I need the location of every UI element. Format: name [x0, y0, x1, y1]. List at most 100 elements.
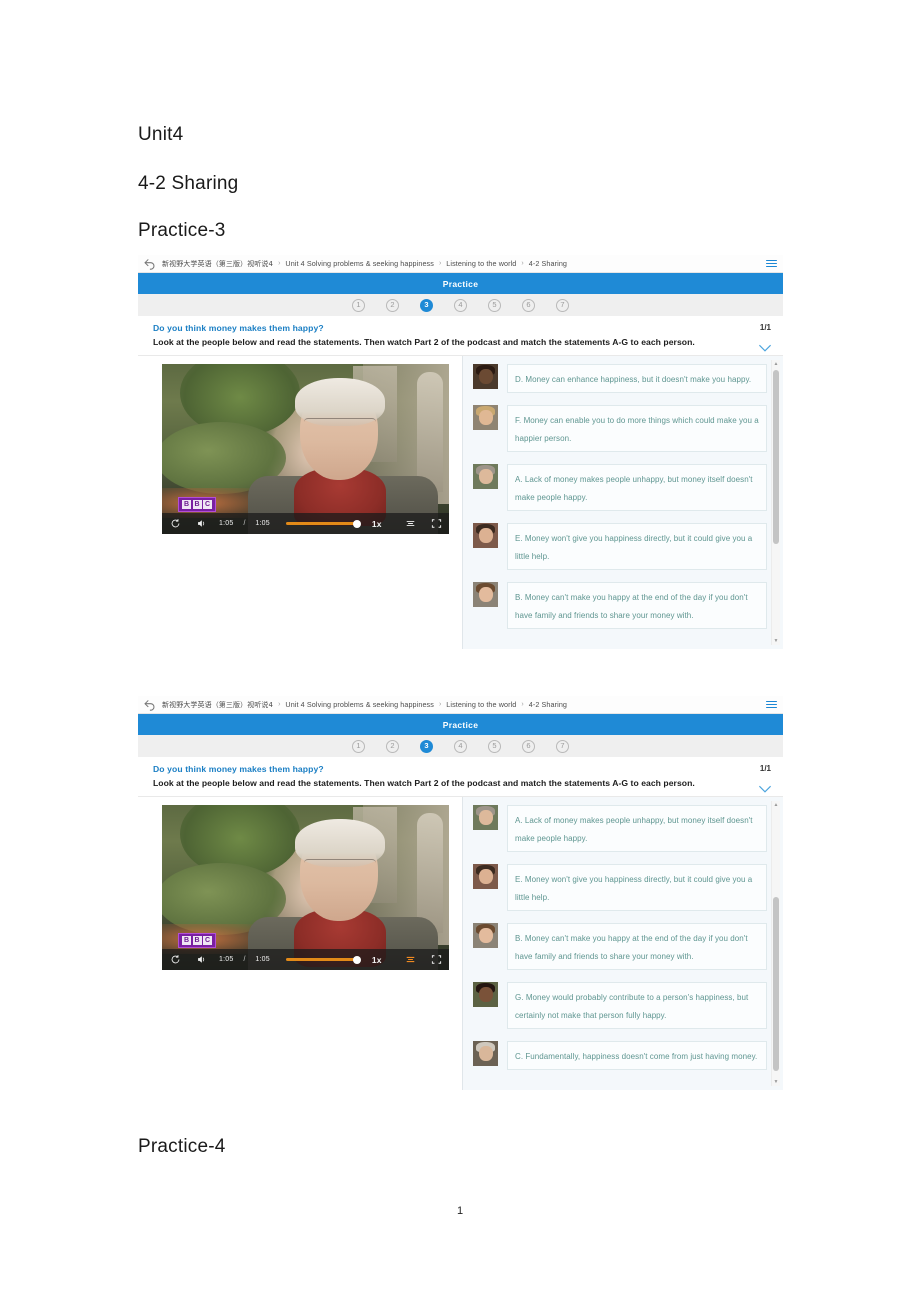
practice-content: B B C 1:05	[138, 797, 783, 1090]
breadcrumb-item-0[interactable]: 新视野大学英语（第三版）视听说4	[162, 259, 273, 269]
scroll-down-arrow-icon[interactable]: ▼	[773, 638, 779, 644]
volume-slider-knob[interactable]	[352, 955, 361, 964]
breadcrumb: 新视野大学英语（第三版）视听说4 › Unit 4 Solving proble…	[162, 700, 758, 710]
statement-text: A. Lack of money makes people unhappy, b…	[515, 816, 753, 843]
statement-box[interactable]: E. Money won't give you happiness direct…	[507, 523, 767, 570]
list-item[interactable]: B. Money can't make you happy at the end…	[473, 582, 767, 629]
list-item[interactable]: G. Money would probably contribute to a …	[473, 982, 767, 1029]
breadcrumb-sep: ›	[438, 260, 442, 267]
chevron-down-icon[interactable]	[758, 784, 772, 794]
question-instruction: Look at the people below and read the st…	[153, 778, 695, 788]
scroll-up-arrow-icon[interactable]: ▲	[773, 802, 779, 808]
step-2[interactable]: 2	[386, 298, 399, 312]
back-arrow-icon[interactable]	[143, 257, 156, 270]
step-3[interactable]: 3	[420, 298, 433, 312]
volume-slider[interactable]	[285, 955, 361, 964]
list-item[interactable]: D. Money can enhance happiness, but it d…	[473, 364, 767, 393]
subtitle-cc-icon[interactable]	[404, 518, 416, 530]
list-item[interactable]: F. Money can enable you to do more thing…	[473, 405, 767, 452]
breadcrumb-sep: ›	[438, 701, 442, 708]
practice-content: B B C 1:05	[138, 356, 783, 649]
breadcrumb-sep: ›	[521, 260, 524, 267]
bbc-letter-3: C	[203, 500, 212, 509]
video-subject-glasses	[304, 418, 376, 430]
fullscreen-icon[interactable]	[430, 518, 442, 530]
chevron-down-icon[interactable]	[758, 343, 772, 353]
step-6[interactable]: 6	[522, 739, 535, 753]
question-counter: 1/1	[759, 323, 771, 332]
playback-rate-button[interactable]: 1x	[372, 519, 382, 529]
hamburger-menu-icon[interactable]	[766, 259, 777, 268]
breadcrumb-item-1[interactable]: Unit 4 Solving problems & seeking happin…	[285, 259, 434, 269]
breadcrumb-item-2[interactable]: Listening to the world	[446, 700, 516, 710]
list-item[interactable]: B. Money can't make you happy at the end…	[473, 923, 767, 970]
breadcrumb-item-3[interactable]: 4-2 Sharing	[529, 259, 567, 269]
list-item[interactable]: E. Money won't give you happiness direct…	[473, 864, 767, 911]
scrollbar-thumb[interactable]	[773, 897, 779, 1071]
breadcrumb-item-2[interactable]: Listening to the world	[446, 259, 516, 269]
step-6[interactable]: 6	[522, 298, 535, 312]
statement-box[interactable]: B. Money can't make you happy at the end…	[507, 923, 767, 970]
step-4[interactable]: 4	[454, 298, 467, 312]
statement-box[interactable]: D. Money can enhance happiness, but it d…	[507, 364, 767, 393]
hamburger-menu-icon[interactable]	[766, 700, 777, 709]
bbc-letter-3: C	[203, 936, 212, 945]
statement-box[interactable]: F. Money can enable you to do more thing…	[507, 405, 767, 452]
replay-icon[interactable]	[169, 518, 181, 530]
scroll-down-arrow-icon[interactable]: ▼	[773, 1079, 779, 1085]
replay-icon[interactable]	[169, 954, 181, 966]
step-7[interactable]: 7	[556, 298, 569, 312]
playback-rate-button[interactable]: 1x	[372, 955, 382, 965]
video-player[interactable]: B B C 1:05 / 1:05 1x	[162, 364, 449, 534]
list-item[interactable]: E. Money won't give you happiness direct…	[473, 523, 767, 570]
step-7[interactable]: 7	[556, 739, 569, 753]
step-1[interactable]: 1	[352, 739, 365, 753]
step-1[interactable]: 1	[352, 298, 365, 312]
heading-practice-3: Practice-3	[138, 220, 226, 241]
step-5[interactable]: 5	[488, 298, 501, 312]
step-3[interactable]: 3	[420, 739, 433, 753]
step-5[interactable]: 5	[488, 739, 501, 753]
statement-text: F. Money can enable you to do more thing…	[515, 416, 759, 443]
current-time: 1:05	[219, 520, 234, 527]
statement-box[interactable]: A. Lack of money makes people unhappy, b…	[507, 464, 767, 511]
breadcrumb-sep: ›	[278, 260, 281, 267]
volume-slider[interactable]	[285, 519, 361, 528]
statement-box[interactable]: A. Lack of money makes people unhappy, b…	[507, 805, 767, 852]
breadcrumb-item-1[interactable]: Unit 4 Solving problems & seeking happin…	[285, 700, 434, 710]
statement-box[interactable]: E. Money won't give you happiness direct…	[507, 864, 767, 911]
step-2[interactable]: 2	[386, 739, 399, 753]
breadcrumb-item-3[interactable]: 4-2 Sharing	[529, 700, 567, 710]
statement-box[interactable]: B. Money can't make you happy at the end…	[507, 582, 767, 629]
statement-text: B. Money can't make you happy at the end…	[515, 934, 748, 961]
practice-banner-title: Practice	[442, 278, 479, 289]
avatar	[473, 864, 498, 889]
statement-box[interactable]: G. Money would probably contribute to a …	[507, 982, 767, 1029]
statement-text: G. Money would probably contribute to a …	[515, 993, 749, 1020]
video-player[interactable]: B B C 1:05 / 1:05 1x	[162, 805, 449, 970]
back-arrow-icon[interactable]	[143, 698, 156, 711]
scrollbar-thumb[interactable]	[773, 370, 779, 544]
embedded-screenshot-practice-3-top: 新视野大学英语（第三版）视听说4 › Unit 4 Solving proble…	[138, 255, 783, 687]
volume-icon[interactable]	[195, 518, 207, 530]
breadcrumb-sep: ›	[521, 701, 524, 708]
statement-list-scrollbar[interactable]: ▲ ▼	[771, 801, 780, 1086]
scroll-up-arrow-icon[interactable]: ▲	[773, 361, 779, 367]
question-title: Do you think money makes them happy?	[153, 764, 324, 774]
statement-list-scrollbar[interactable]: ▲ ▼	[771, 360, 780, 645]
step-4[interactable]: 4	[454, 739, 467, 753]
avatar	[473, 464, 498, 489]
list-item[interactable]: C. Fundamentally, happiness doesn't come…	[473, 1041, 767, 1070]
breadcrumb-item-0[interactable]: 新视野大学英语（第三版）视听说4	[162, 700, 273, 710]
volume-slider-knob[interactable]	[352, 519, 361, 528]
statement-box[interactable]: C. Fundamentally, happiness doesn't come…	[507, 1041, 767, 1070]
embedded-screenshot-practice-3-scrolled: 新视野大学英语（第三版）视听说4 › Unit 4 Solving proble…	[138, 696, 783, 1120]
statement-text: E. Money won't give you happiness direct…	[515, 875, 753, 902]
subtitle-cc-icon[interactable]	[404, 954, 416, 966]
list-item[interactable]: A. Lack of money makes people unhappy, b…	[473, 805, 767, 852]
list-item[interactable]: A. Lack of money makes people unhappy, b…	[473, 464, 767, 511]
volume-icon[interactable]	[195, 954, 207, 966]
fullscreen-icon[interactable]	[430, 954, 442, 966]
practice-banner: Practice	[138, 273, 783, 294]
statement-text: D. Money can enhance happiness, but it d…	[515, 375, 752, 384]
